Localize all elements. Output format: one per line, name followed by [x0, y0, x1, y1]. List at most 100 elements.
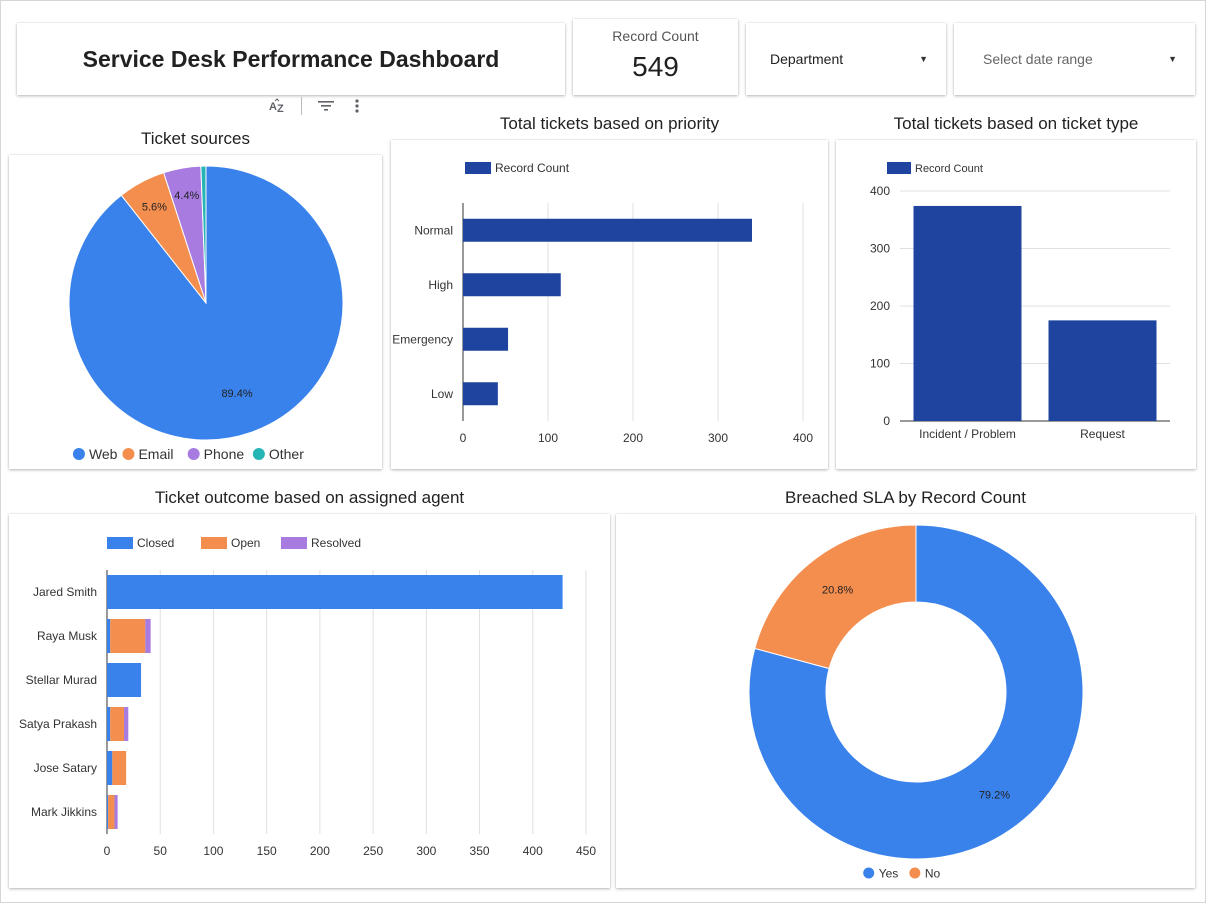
- department-filter-dropdown[interactable]: Department ▼: [746, 23, 946, 95]
- page-title: Service Desk Performance Dashboard: [82, 45, 500, 72]
- x-tick-label: 300: [416, 844, 436, 858]
- y-category-label: Jared Smith: [33, 585, 97, 599]
- x-tick-label: 300: [708, 431, 728, 445]
- bar-record-count: [1048, 320, 1157, 421]
- legend-label-email: Email: [138, 446, 173, 462]
- y-category-label: Emergency: [392, 332, 453, 346]
- toolbar-divider: [301, 97, 302, 115]
- x-tick-label: 50: [154, 844, 168, 858]
- ticket-sources-title: Ticket sources: [141, 129, 250, 148]
- filter-icon[interactable]: [318, 100, 334, 112]
- slice-data-label: 4.4%: [174, 190, 199, 202]
- scorecard-value: 549: [632, 51, 679, 82]
- bar-closed: [107, 663, 142, 697]
- bar-resolved: [114, 795, 118, 829]
- pie-slice-no: [754, 524, 917, 670]
- date-range-picker[interactable]: Select date range ▼: [954, 23, 1195, 95]
- agent-outcome-stacked-bar-chart[interactable]: 0 50 100 150 200 250 300 350 400 450 Jared Smith Ra…: [9, 514, 610, 888]
- legend-label-closed: Closed: [137, 536, 174, 550]
- svg-text:Z: Z: [277, 103, 284, 114]
- y-category-label: High: [428, 278, 453, 292]
- x-tick-label: 350: [470, 844, 490, 858]
- x-tick-label: 100: [538, 431, 558, 445]
- legend-label-record-count: Record Count: [915, 163, 983, 175]
- ticket-sources-pie-chart[interactable]: 89.4% 5.6% 4.4% Web Email Phone Other: [9, 155, 382, 469]
- priority-chart-card: 0 100 200 300 400 Normal High Emergency Low Recor…: [391, 140, 828, 469]
- x-tick-label: 200: [310, 844, 330, 858]
- bar-open: [110, 707, 125, 741]
- bar-closed: [107, 795, 109, 829]
- breached-sla-chart-card: 79.2% 20.8% Yes No: [616, 514, 1195, 888]
- svg-text:A: A: [269, 101, 277, 113]
- legend-label-other: Other: [269, 446, 304, 462]
- y-category-label: Normal: [414, 223, 453, 237]
- legend-swatch: [122, 448, 135, 460]
- x-tick-label: 450: [576, 844, 596, 858]
- x-category-label: Incident / Problem: [919, 427, 1016, 441]
- priority-bar-chart[interactable]: 0 100 200 300 400 Normal High Emergency Low Recor…: [391, 140, 828, 469]
- sort-icon[interactable]: A Z: [268, 98, 288, 114]
- legend-swatch: [909, 867, 921, 879]
- legend-swatch: [187, 448, 200, 460]
- y-tick-label: 200: [870, 299, 890, 313]
- legend-label-open: Open: [231, 536, 260, 550]
- y-category-label: Mark Jikkins: [31, 805, 97, 819]
- legend-swatch: [465, 162, 491, 174]
- bar-record-count: [913, 205, 1022, 421]
- x-tick-label: 200: [623, 431, 643, 445]
- y-category-label: Stellar Murad: [26, 673, 97, 687]
- bar-closed: [107, 751, 113, 785]
- x-category-label: Request: [1080, 427, 1125, 441]
- record-count-scorecard[interactable]: Record Count 549: [573, 19, 738, 95]
- caret-down-icon: ▼: [1168, 54, 1177, 64]
- bar-closed: [107, 575, 563, 609]
- legend-swatch: [887, 162, 911, 174]
- y-tick-label: 400: [870, 184, 890, 198]
- bar-closed: [107, 619, 111, 653]
- ticket-type-chart-card: 0 100 200 300 400 Incident / Problem Request Re…: [836, 140, 1196, 469]
- legend-swatch: [201, 537, 227, 549]
- bar-resolved: [124, 707, 129, 741]
- slice-data-label: 5.6%: [142, 201, 167, 213]
- bar-closed: [107, 707, 111, 741]
- dashboard-title-card: Service Desk Performance Dashboard: [17, 23, 565, 95]
- legend-label-no: No: [925, 866, 941, 880]
- agent-outcome-chart-card: 0 50 100 150 200 250 300 350 400 450 Jared Smith Ra…: [9, 514, 610, 888]
- ticket-sources-card: 89.4% 5.6% 4.4% Web Email Phone Other: [9, 155, 382, 469]
- x-tick-label: 250: [363, 844, 383, 858]
- legend-swatch: [72, 448, 85, 460]
- y-category-label: Low: [431, 387, 453, 401]
- legend-swatch: [281, 537, 307, 549]
- x-tick-label: 0: [104, 844, 111, 858]
- department-filter-label: Department: [770, 51, 844, 67]
- more-vert-icon[interactable]: [354, 98, 360, 114]
- x-tick-label: 0: [460, 431, 467, 445]
- legend-label-phone: Phone: [204, 446, 245, 462]
- slice-data-label: 89.4%: [221, 388, 252, 400]
- bar-record-count: [463, 218, 752, 242]
- bar-open: [108, 795, 115, 829]
- ticket-type-chart-title: Total tickets based on ticket type: [893, 114, 1139, 133]
- bar-resolved: [145, 619, 151, 653]
- y-category-label: Satya Prakash: [19, 717, 97, 731]
- priority-chart-title: Total tickets based on priority: [499, 114, 720, 133]
- y-category-label: Raya Musk: [37, 629, 98, 643]
- x-tick-label: 400: [793, 431, 813, 445]
- y-category-label: Jose Satary: [34, 761, 97, 775]
- legend-label-yes: Yes: [879, 866, 899, 880]
- legend-swatch: [863, 867, 875, 879]
- bar-open: [110, 619, 146, 653]
- y-tick-label: 300: [870, 242, 890, 256]
- slice-data-label: 20.8%: [822, 585, 853, 597]
- legend-swatch: [252, 448, 265, 460]
- ticket-type-bar-chart[interactable]: 0 100 200 300 400 Incident / Problem Request Re…: [836, 140, 1196, 469]
- x-tick-label: 150: [257, 844, 277, 858]
- bar-record-count: [463, 382, 498, 406]
- legend-swatch: [107, 537, 133, 549]
- bar-record-count: [463, 273, 561, 297]
- date-range-placeholder: Select date range: [983, 51, 1093, 67]
- breached-sla-chart-title: Breached SLA by Record Count: [785, 488, 1026, 507]
- x-tick-label: 100: [203, 844, 223, 858]
- legend-label-web: Web: [89, 446, 118, 462]
- breached-sla-donut-chart[interactable]: 79.2% 20.8% Yes No: [616, 514, 1195, 888]
